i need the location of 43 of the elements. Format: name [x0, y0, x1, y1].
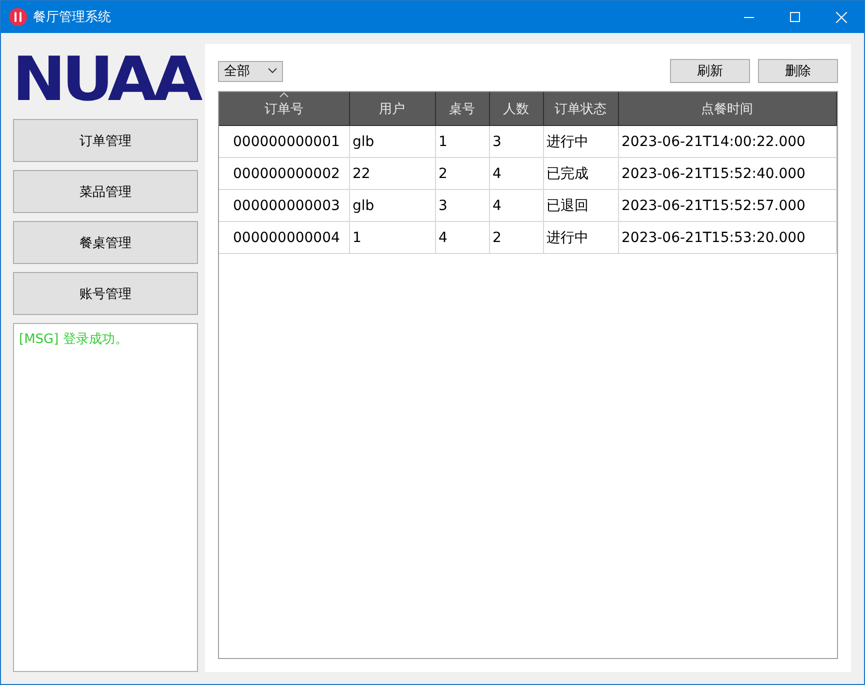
table-cell: glb	[349, 126, 435, 158]
logo: NUAA	[13, 46, 198, 114]
table-cell: 000000000002	[219, 158, 349, 190]
table-cell: 2023-06-21T15:52:57.000	[618, 190, 836, 222]
table-cell: 2	[435, 158, 489, 190]
table-cell: 1	[435, 126, 489, 158]
column-header[interactable]: 用户	[349, 92, 435, 126]
table-cell: 4	[489, 158, 543, 190]
table-cell: 2023-06-21T14:00:22.000	[618, 126, 836, 158]
table-cell: 000000000001	[219, 126, 349, 158]
column-header[interactable]: 订单状态	[543, 92, 618, 126]
column-header[interactable]: 点餐时间	[618, 92, 836, 126]
table-cell: 3	[435, 190, 489, 222]
nav-button[interactable]: 账号管理	[13, 272, 198, 315]
table-cell: 2023-06-21T15:53:20.000	[618, 222, 836, 254]
table-cell: 已退回	[543, 190, 618, 222]
table-cell: 22	[349, 158, 435, 190]
table-cell: 3	[489, 126, 543, 158]
table-cell: 2	[489, 222, 543, 254]
nav-button[interactable]: 餐桌管理	[13, 221, 198, 264]
column-header[interactable]: 人数	[489, 92, 543, 126]
log-message: [MSG] 登录成功。	[19, 331, 129, 348]
delete-button[interactable]: 删除	[758, 59, 838, 83]
table-cell: glb	[349, 190, 435, 222]
table-cell: 000000000003	[219, 190, 349, 222]
table-cell: 已完成	[543, 158, 618, 190]
table-cell: 进行中	[543, 126, 618, 158]
table-cell: 4	[435, 222, 489, 254]
filter-dropdown[interactable]: 全部	[218, 60, 283, 82]
nav-button[interactable]: 订单管理	[13, 119, 198, 162]
column-header[interactable]: 桌号	[435, 92, 489, 126]
refresh-button[interactable]: 刷新	[670, 59, 750, 83]
nav-button[interactable]: 菜品管理	[13, 170, 198, 213]
window-title: 餐厅管理系统	[33, 9, 111, 26]
table-cell: 4	[489, 190, 543, 222]
table-cell: 2023-06-21T15:52:40.000	[618, 158, 836, 190]
close-icon	[836, 12, 846, 22]
chevron-down-icon	[268, 68, 277, 74]
column-header[interactable]: 订单号	[219, 92, 349, 126]
table-cell: 000000000004	[219, 222, 349, 254]
table-cell: 1	[349, 222, 435, 254]
table-cell: 进行中	[543, 222, 618, 254]
maximize-icon	[790, 12, 800, 22]
